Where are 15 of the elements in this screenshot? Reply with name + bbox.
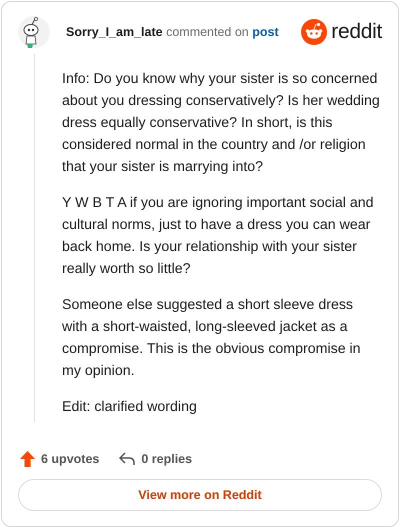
comment-paragraph: Y W B T A if you are ignoring important social and cultural norms, just to have a dress you can wear back home. Is your relationship with your sister really worth so little? — [62, 194, 375, 279]
upvote-arrow-icon[interactable] — [20, 451, 35, 467]
upvote-count: 6 upvotes — [41, 452, 100, 466]
comment-paragraph: Info: Do you know why your sister is so concerned about you dressing conservatively? Is her wedding dress equally conservative? In short, is this considered normal in the country and /or religion that your sister is marrying into? — [62, 70, 381, 177]
reply-arrow-icon[interactable] — [119, 452, 136, 466]
avatar-icon — [18, 16, 50, 48]
brand-wordmark: reddit — [331, 20, 382, 44]
author-name[interactable]: Sorry_I_am_late — [66, 25, 163, 39]
comment-paragraph: Edit: clarified wording — [62, 398, 198, 417]
comment-paragraph: Someone else suggested a short sleeve dress with a short-waisted, long-sleeved jacket as a compromise. This is the obvious compromise in my opinion. — [62, 296, 362, 381]
view-more-button[interactable]: View more on Reddit — [18, 479, 382, 511]
reply-count: 0 replies — [141, 452, 192, 466]
post-link[interactable]: post — [252, 25, 279, 39]
action-text: commented on — [166, 25, 249, 39]
alien-logo-icon — [301, 19, 328, 45]
